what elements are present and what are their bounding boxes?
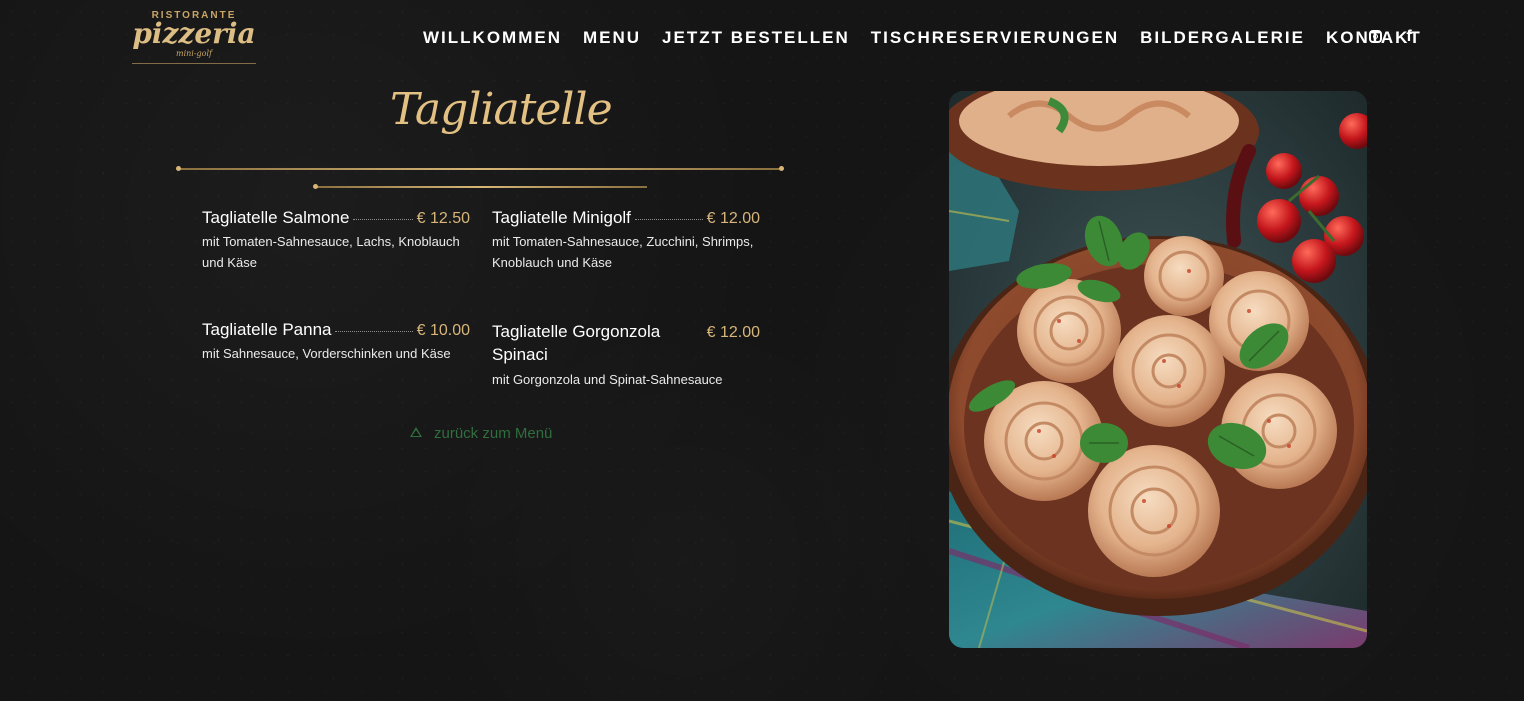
nav-item-bildergalerie[interactable]: BILDERGALERIE xyxy=(1140,28,1305,48)
dotted-leader xyxy=(335,330,413,332)
menu-item-name: Tagliatelle Gorgonzola Spinaci xyxy=(492,322,661,364)
logo[interactable]: RISTORANTE pizzeria mini-golf xyxy=(128,8,260,70)
tagliatelle-dish-image xyxy=(949,91,1367,648)
menu-item: Tagliatelle Gorgonzola Spinaci € 12.00 m… xyxy=(492,320,760,390)
menu-item-description: mit Gorgonzola und Spinat-Sahnesauce xyxy=(492,372,723,387)
back-to-menu-label: zurück zum Menü xyxy=(434,425,553,442)
dotted-leader xyxy=(353,218,413,220)
menu-item-name: Tagliatelle Panna xyxy=(202,320,332,339)
social-links: f xyxy=(1369,28,1417,46)
logo-underline xyxy=(132,63,256,64)
main-nav: WILLKOMMEN MENU JETZT BESTELLEN TISCHRES… xyxy=(423,28,1443,48)
facebook-icon[interactable]: f xyxy=(1401,28,1417,46)
arrow-up-icon xyxy=(410,426,422,437)
nav-item-menu[interactable]: MENU xyxy=(583,28,641,48)
logo-sub-text: mini-golf xyxy=(175,49,212,58)
menu-item: Tagliatelle Panna € 10.00 mit Sahnesauce… xyxy=(202,320,470,364)
menu-item-description: mit Tomaten-Sahnesauce, Lachs, Knoblauch… xyxy=(202,234,460,270)
menu-item-price: € 12.50 xyxy=(416,210,470,227)
menu-item-price: € 12.00 xyxy=(706,324,760,341)
nav-item-willkommen[interactable]: WILLKOMMEN xyxy=(423,28,562,48)
nav-item-tischreservierungen[interactable]: TISCHRESERVIERUNGEN xyxy=(871,28,1119,48)
section-title: Tagliatelle xyxy=(390,84,613,135)
nav-item-jetzt-bestellen[interactable]: JETZT BESTELLEN xyxy=(662,28,850,48)
dotted-leader xyxy=(634,218,703,220)
menu-item-price: € 10.00 xyxy=(416,322,470,339)
ornamental-divider xyxy=(176,166,784,171)
menu-item-name: Tagliatelle Minigolf xyxy=(492,208,631,227)
instagram-icon[interactable] xyxy=(1369,30,1382,43)
page: RISTORANTE pizzeria mini-golf WILLKOMMEN… xyxy=(0,0,1524,701)
menu-item-description: mit Tomaten-Sahnesauce, Zucchini, Shrimp… xyxy=(492,234,754,270)
menu-item-name: Tagliatelle Salmone xyxy=(202,208,350,227)
back-to-menu-link[interactable]: zurück zum Menü xyxy=(410,425,552,442)
menu-item-price: € 12.00 xyxy=(706,210,760,227)
logo-main-text: pizzeria xyxy=(132,17,256,50)
ornamental-divider-short xyxy=(313,184,647,189)
menu-item: Tagliatelle Salmone € 12.50 mit Tomaten-… xyxy=(202,208,470,273)
menu-item: Tagliatelle Minigolf € 12.00 mit Tomaten… xyxy=(492,208,760,273)
menu-item-description: mit Sahnesauce, Vorderschinken und Käse xyxy=(202,346,451,361)
